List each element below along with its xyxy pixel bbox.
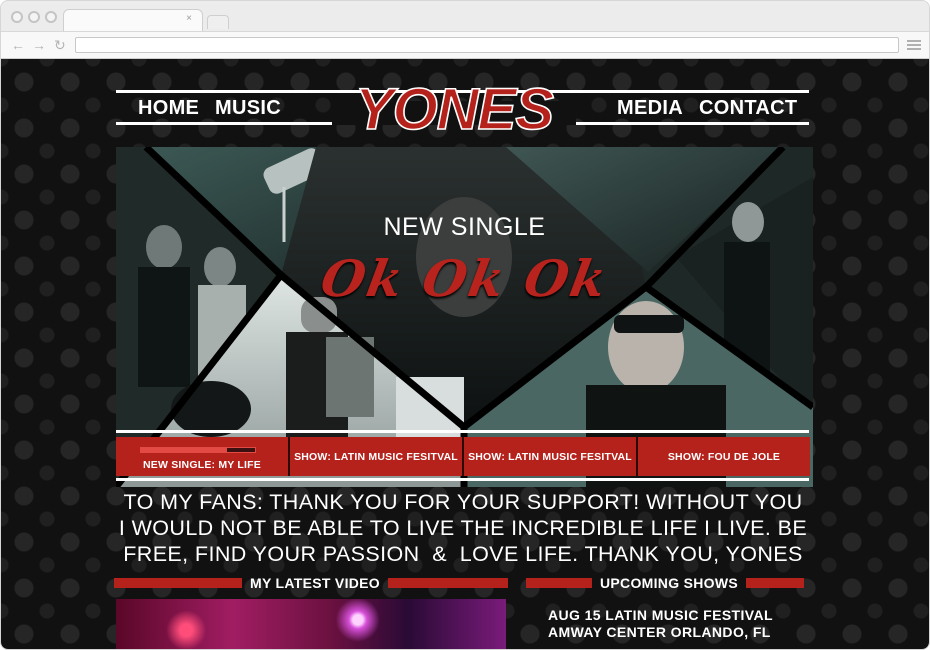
latest-video-thumbnail[interactable]: [116, 599, 506, 649]
hero-collage: [116, 147, 813, 487]
heading-bar: [114, 578, 242, 588]
hamburger-menu-icon[interactable]: [907, 40, 921, 50]
heading-bar: [526, 578, 592, 588]
feature-tab-label: SHOW: FOU DE JOLE: [667, 450, 781, 463]
fan-message-line: I WOULD NOT BE ABLE TO LIVE THE INCREDIB…: [118, 516, 808, 540]
show-venue[interactable]: AMWAY CENTER ORLANDO, FL: [548, 624, 771, 640]
new-tab-button[interactable]: [207, 15, 229, 29]
show-date-event[interactable]: AUG 15 LATIN MUSIC FESTIVAL: [548, 607, 773, 623]
address-bar[interactable]: [75, 37, 899, 53]
heading-bar: [388, 578, 508, 588]
yones-logo[interactable]: YONES: [304, 81, 604, 139]
fan-message: TO MY FANS: THANK YOU FOR YOUR SUPPORT! …: [116, 489, 810, 567]
maximize-window-button[interactable]: [45, 11, 57, 23]
upcoming-shows-heading: UPCOMING SHOWS: [526, 575, 804, 591]
hero-title: NEW SINGLE: [383, 213, 546, 241]
nav-contact-link[interactable]: CONTACT: [699, 97, 797, 120]
feature-tab-label: SHOW: LATIN MUSIC FESITVAL: [468, 450, 632, 463]
fan-message-line: TO MY FANS: THANK YOU FOR YOUR SUPPORT! …: [123, 490, 803, 514]
web-page: HOME MUSIC MEDIA CONTACT YONES NEW SINGL…: [1, 59, 929, 649]
forward-arrow-icon[interactable]: →: [32, 37, 46, 53]
reload-icon[interactable]: ↻: [54, 37, 66, 53]
close-tab-icon[interactable]: ×: [186, 13, 192, 24]
back-arrow-icon[interactable]: ←: [11, 37, 25, 53]
heading-bar: [745, 578, 804, 588]
feature-tab-show-1[interactable]: SHOW: LATIN MUSIC FESITVAL: [290, 437, 464, 476]
tabs-top-rule: [116, 430, 809, 433]
latest-video-title: MY LATEST VIDEO: [250, 575, 380, 591]
close-window-button[interactable]: [11, 11, 23, 23]
feature-tabs: NEW SINGLE: MY LIFE SHOW: LATIN MUSIC FE…: [116, 437, 810, 476]
latest-video-heading: MY LATEST VIDEO: [114, 575, 508, 591]
fan-message-line: FREE, FIND YOUR PASSION & LOVE LIFE. THA…: [123, 542, 803, 566]
feature-tab-show-3[interactable]: SHOW: FOU DE JOLE: [638, 437, 810, 476]
nav-music-link[interactable]: MUSIC: [215, 97, 281, 120]
hero-script-title: Ok Ok Ok: [316, 249, 613, 308]
logo-text: YONES: [355, 81, 554, 139]
nav-home-link[interactable]: HOME: [138, 97, 199, 120]
minimize-window-button[interactable]: [28, 11, 40, 23]
slide-progress-fill: [141, 448, 227, 452]
feature-tab-label: NEW SINGLE: MY LIFE: [143, 459, 261, 471]
feature-tab-new-single[interactable]: NEW SINGLE: MY LIFE: [116, 437, 290, 476]
browser-tab[interactable]: ×: [63, 9, 203, 32]
upcoming-shows-title: UPCOMING SHOWS: [600, 575, 738, 591]
browser-toolbar: ← → ↻: [1, 31, 929, 59]
feature-tab-label: SHOW: LATIN MUSIC FESITVAL: [294, 450, 458, 463]
slide-progress-bar: [140, 447, 256, 453]
hero-banner[interactable]: NEW SINGLE Ok Ok Ok: [116, 147, 813, 487]
nav-media-link[interactable]: MEDIA: [617, 97, 683, 120]
feature-tab-show-2[interactable]: SHOW: LATIN MUSIC FESITVAL: [464, 437, 638, 476]
browser-titlebar: ×: [1, 1, 929, 32]
tabs-bottom-rule: [116, 478, 809, 481]
browser-window: × ← → ↻ HOME MUSIC MEDIA CONTACT YONES N…: [0, 0, 930, 650]
